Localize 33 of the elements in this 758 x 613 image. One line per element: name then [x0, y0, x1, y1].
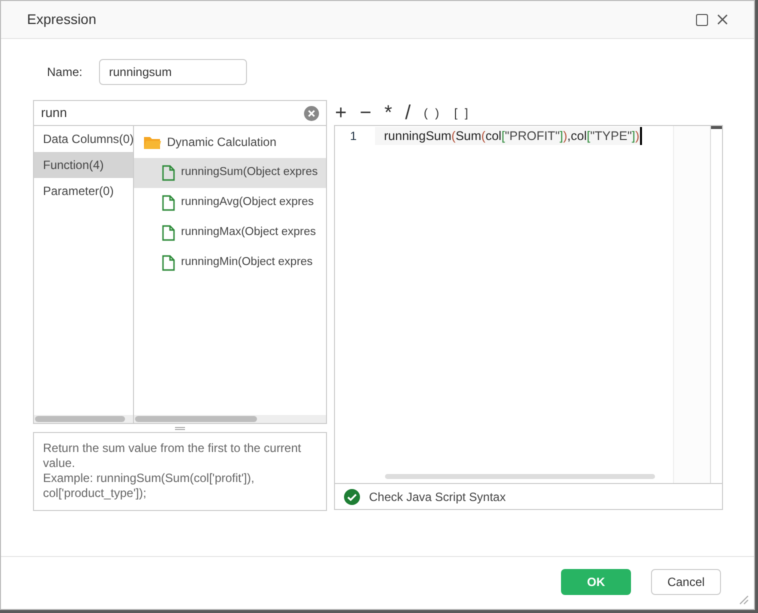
operator-button[interactable]: *: [384, 102, 392, 122]
function-item[interactable]: runningMin(Object expres: [134, 248, 326, 278]
code-editor[interactable]: 1 runningSum(Sum(col["PROFIT"]),col["TYPE"]): [334, 125, 723, 484]
function-item[interactable]: runningAvg(Object expres: [134, 188, 326, 218]
name-field[interactable]: runningsum: [99, 59, 247, 85]
cancel-button[interactable]: Cancel: [651, 569, 721, 595]
syntax-check-label[interactable]: Check Java Script Syntax: [369, 488, 506, 506]
operator-button[interactable]: −: [360, 102, 372, 122]
operator-button[interactable]: /: [405, 102, 411, 122]
close-icon[interactable]: [717, 14, 728, 25]
clear-icon[interactable]: [304, 106, 319, 120]
resize-grip-icon[interactable]: [738, 594, 749, 605]
search-field[interactable]: runn: [33, 100, 327, 126]
tree-folder[interactable]: Dynamic Calculation: [134, 126, 326, 158]
operator-button[interactable]: ( ): [424, 106, 442, 118]
document-icon: [162, 165, 175, 181]
folder-icon: [144, 135, 161, 149]
description-text: Return the sum value from the first to the current value.: [43, 441, 302, 471]
function-item[interactable]: runningSum(Object expres: [134, 158, 326, 188]
document-icon: [162, 195, 175, 211]
category-item[interactable]: Parameter(0): [34, 178, 133, 204]
operator-button[interactable]: +: [335, 102, 347, 122]
maximize-icon[interactable]: [696, 14, 708, 26]
category-item[interactable]: Data Columns(0): [34, 126, 133, 152]
document-icon: [162, 225, 175, 241]
document-icon: [162, 255, 175, 271]
line-number: 1: [349, 128, 358, 145]
function-item[interactable]: runningMax(Object expres: [134, 218, 326, 248]
name-label: Name:: [47, 64, 84, 81]
description-text: Example: runningSum(Sum(col['profit']), col['product_type']);: [43, 471, 256, 501]
category-item[interactable]: Function(4): [34, 152, 133, 178]
operator-button[interactable]: [ ]: [454, 106, 470, 118]
window-title: Expression: [27, 10, 96, 29]
